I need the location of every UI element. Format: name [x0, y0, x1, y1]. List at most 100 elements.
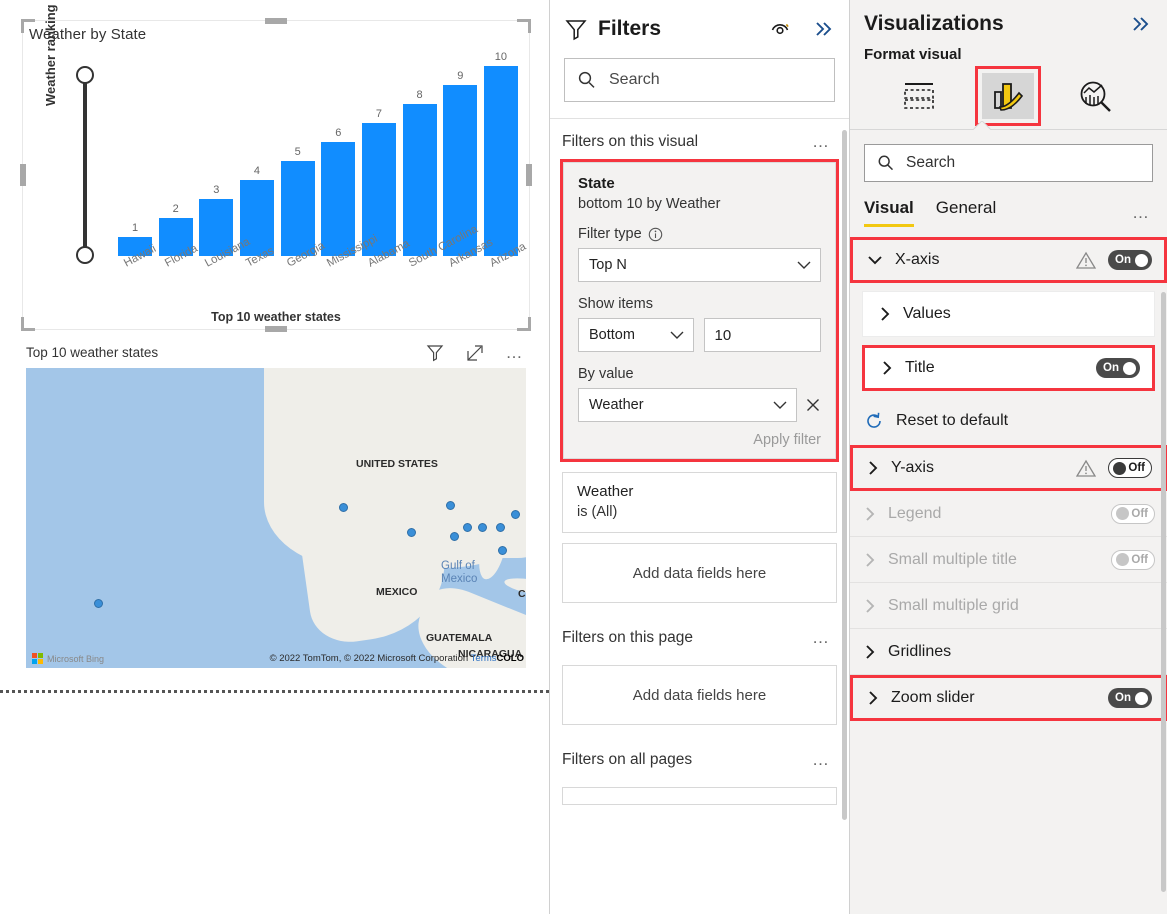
bar-column[interactable]: 8 — [403, 51, 437, 256]
map-data-point[interactable] — [496, 523, 505, 532]
visual-add-data-fields-dropzone[interactable]: Add data fields here — [562, 543, 837, 603]
resize-handle-bottom-left[interactable] — [21, 317, 35, 331]
show-items-count-input[interactable]: 10 — [704, 318, 822, 352]
report-canvas[interactable]: Weather by State Weather ranking 1234567… — [0, 0, 550, 914]
clear-by-value-icon[interactable] — [805, 397, 821, 413]
bar[interactable] — [321, 142, 355, 256]
format-subsection-values[interactable]: Values — [862, 291, 1155, 337]
format-sections-list[interactable]: X-axisOn Values TitleOn Reset to defaultY-a… — [850, 237, 1167, 721]
bar[interactable] — [484, 66, 518, 256]
bar-column[interactable]: 10 — [484, 51, 518, 256]
filters-pane-title: Filters — [598, 17, 661, 41]
bar-column[interactable]: 1 — [118, 51, 152, 256]
visualizations-pane[interactable]: Visualizations Format visual — [850, 0, 1167, 914]
format-section-gridlines[interactable]: Gridlines — [850, 629, 1167, 675]
weather-filter-card[interactable]: Weather is (All) — [562, 472, 837, 533]
land-great-lakes-region — [456, 368, 526, 418]
bar-data-label: 6 — [335, 127, 341, 139]
map-data-point[interactable] — [511, 510, 520, 519]
toggle-knob — [1135, 692, 1148, 705]
by-value-field-dropdown[interactable]: Weather — [578, 388, 797, 422]
bar-column[interactable]: 4 — [240, 51, 274, 256]
filters-scroll-region[interactable]: Filters on this visual … State bottom 10… — [550, 119, 849, 914]
resize-handle-bottom[interactable] — [265, 326, 287, 332]
resize-handle-top-left[interactable] — [21, 19, 35, 33]
bar-column[interactable]: 7 — [362, 51, 396, 256]
filters-pane[interactable]: Filters — [550, 0, 850, 914]
analytics-icon-tab[interactable] — [1071, 73, 1123, 119]
x-axis-tick-label: South Carolina — [403, 257, 437, 317]
bar-data-label: 2 — [173, 203, 179, 215]
chevron-right-icon — [864, 598, 876, 614]
apply-filter-button[interactable]: Apply filter — [578, 432, 821, 448]
chart-zoom-slider[interactable] — [75, 66, 95, 264]
section-more-options-icon[interactable]: … — [812, 755, 831, 765]
bar-data-label: 10 — [495, 51, 507, 63]
filters-pane-scrollbar[interactable] — [842, 130, 847, 820]
all-pages-add-data-fields-dropzone[interactable] — [562, 787, 837, 805]
tab-general[interactable]: General — [936, 198, 996, 227]
section-more-options-icon[interactable]: … — [812, 137, 831, 147]
tab-visual[interactable]: Visual — [864, 198, 914, 227]
format-search-box[interactable]: Search — [864, 144, 1153, 182]
bar[interactable] — [281, 161, 315, 256]
filters-search-box[interactable]: Search — [564, 58, 835, 102]
map-data-point[interactable] — [498, 546, 507, 555]
section-more-options-icon[interactable]: … — [812, 633, 831, 643]
format-section-y-axis[interactable]: Y-axisOff — [850, 445, 1167, 491]
state-filter-card[interactable]: State bottom 10 by Weather Filter type T… — [563, 162, 836, 459]
toggle-switch[interactable]: Off — [1108, 458, 1152, 478]
map-terms-link[interactable]: Terms — [471, 653, 497, 664]
map-body[interactable]: UNITED STATESMEXICOGUATEMALANICARAGUACUB… — [26, 368, 526, 668]
format-visual-subtitle: Format visual — [850, 36, 1167, 63]
map-visual[interactable]: Top 10 weather states … — [22, 342, 530, 672]
show-items-direction-dropdown[interactable]: Bottom — [578, 318, 694, 352]
filter-icon[interactable] — [424, 342, 446, 364]
resize-handle-top-right[interactable] — [517, 19, 531, 33]
reset-to-default-button[interactable]: Reset to default — [850, 399, 1167, 445]
bar-column[interactable]: 5 — [281, 51, 315, 256]
format-visual-icon-tab[interactable] — [982, 73, 1034, 119]
toggle-switch[interactable]: On — [1108, 688, 1152, 708]
toggle-switch[interactable]: On — [1096, 358, 1140, 378]
filter-type-label: Filter type — [578, 226, 642, 242]
visualizations-pane-scrollbar[interactable] — [1161, 292, 1166, 892]
zoom-slider-knob-bottom[interactable] — [76, 246, 94, 264]
focus-mode-icon[interactable] — [464, 342, 486, 364]
toggle-switch[interactable]: On — [1108, 250, 1152, 270]
bar-chart-visual[interactable]: Weather by State Weather ranking 1234567… — [22, 20, 530, 330]
map-data-point[interactable] — [463, 523, 472, 532]
zoom-slider-knob-top[interactable] — [76, 66, 94, 84]
visualizations-pane-title: Visualizations — [864, 12, 1004, 36]
map-data-point[interactable] — [94, 599, 103, 608]
add-fields-placeholder: Add data fields here — [633, 565, 766, 582]
map-data-point[interactable] — [446, 501, 455, 510]
format-tabs-more-options-icon[interactable]: … — [1132, 208, 1151, 218]
format-subsection-title[interactable]: TitleOn — [862, 345, 1155, 391]
bar-column[interactable]: 2 — [159, 51, 193, 256]
format-section-x-axis[interactable]: X-axisOn — [850, 237, 1167, 283]
resize-handle-right[interactable] — [526, 164, 532, 186]
build-visual-icon-tab[interactable] — [894, 73, 946, 119]
bar-column[interactable]: 3 — [199, 51, 233, 256]
page-add-data-fields-dropzone[interactable]: Add data fields here — [562, 665, 837, 725]
toggle-label: On — [1115, 692, 1131, 704]
map-data-point[interactable] — [450, 532, 459, 541]
resize-handle-left[interactable] — [20, 164, 26, 186]
bar-column[interactable]: 6 — [321, 51, 355, 256]
info-icon[interactable] — [648, 227, 663, 242]
more-options-icon[interactable]: … — [504, 342, 526, 364]
bar[interactable] — [403, 104, 437, 256]
toggle-knob — [1116, 507, 1129, 520]
resize-handle-bottom-right[interactable] — [517, 317, 531, 331]
filter-type-dropdown[interactable]: Top N — [578, 248, 821, 282]
hidden-filter-eye-icon[interactable] — [769, 19, 791, 39]
format-section-zoom-slider[interactable]: Zoom sliderOn — [850, 675, 1167, 721]
collapse-filters-pane-chevron-icon[interactable] — [813, 20, 835, 38]
map-data-point[interactable] — [407, 528, 416, 537]
map-data-point[interactable] — [478, 523, 487, 532]
map-data-point[interactable] — [339, 503, 348, 512]
resize-handle-top[interactable] — [265, 18, 287, 24]
collapse-visualizations-pane-chevron-icon[interactable] — [1129, 15, 1153, 33]
zoom-slider-track[interactable] — [83, 74, 87, 256]
